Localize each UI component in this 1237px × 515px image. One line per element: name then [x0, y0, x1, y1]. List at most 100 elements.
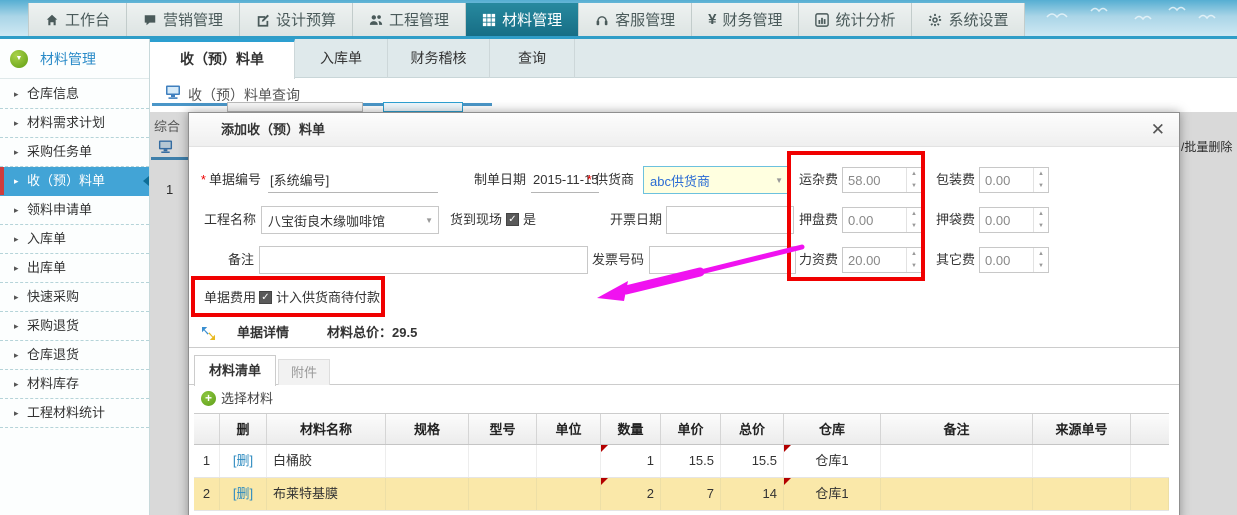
project-select[interactable]: 八宝街良木缘咖啡馆 ▼ [261, 206, 439, 234]
nav-item-customer-service[interactable]: 客服管理 [579, 3, 692, 36]
tab-material-list[interactable]: 材料清单 [194, 355, 276, 386]
collapse-circle-icon[interactable]: ▼ [10, 50, 28, 68]
col-header-spec: 规格 [386, 414, 469, 444]
bag-fee-input[interactable] [980, 208, 1033, 232]
labor-fee-input[interactable] [843, 248, 906, 272]
freight-fee-input[interactable] [843, 168, 906, 192]
nav-item-marketing[interactable]: 营销管理 [127, 3, 240, 36]
invoice-no-label: 发票号码 [589, 246, 644, 274]
spin-down-icon[interactable]: ▼ [907, 260, 921, 272]
detail-title: 单据详情 [237, 319, 289, 347]
other-fee-input[interactable] [980, 248, 1033, 272]
doc-cost-checkbox[interactable]: ✓ [259, 291, 272, 304]
tri-right-icon: ▸ [14, 341, 19, 369]
nav-item-system-settings[interactable]: 系统设置 [912, 3, 1025, 36]
sidebar-item-project-material-stats[interactable]: ▸工程材料统计 [0, 399, 149, 428]
tri-right-icon: ▸ [14, 254, 19, 282]
nav-label: 营销管理 [163, 9, 223, 30]
spin-down-icon[interactable]: ▼ [907, 180, 921, 192]
tab-finance-audit[interactable]: 财务稽核 [388, 39, 490, 78]
delete-link[interactable]: [删] [233, 486, 253, 501]
cell-warehouse[interactable]: 仓库1 [784, 445, 881, 477]
sidebar-item-material-request[interactable]: ▸领料申请单 [0, 196, 149, 225]
detail-bar: 单据详情 材料总价：29.5 [189, 319, 1179, 348]
cell-unit [537, 445, 601, 477]
bag-fee-stepper[interactable]: ▲▼ [979, 207, 1049, 233]
sidebar-item-purchase-return[interactable]: ▸采购退货 [0, 312, 149, 341]
spin-up-icon[interactable]: ▲ [1034, 208, 1048, 220]
delete-link[interactable]: [删] [233, 453, 253, 468]
doc-cost-label: 单据费用 [201, 284, 256, 312]
labor-fee-stepper[interactable]: ▲▼ [842, 247, 922, 273]
spin-up-icon[interactable]: ▲ [907, 208, 921, 220]
add-material-button[interactable]: 选择材料 [221, 386, 273, 412]
tab-inbound[interactable]: 入库单 [295, 39, 388, 78]
spin-up-icon[interactable]: ▲ [907, 248, 921, 260]
table-header-row: 删 材料名称 规格 型号 单位 数量 单价 总价 仓库 备注 来源单号 [194, 413, 1169, 445]
add-icon[interactable]: + [201, 391, 216, 406]
spin-down-icon[interactable]: ▼ [1034, 180, 1048, 192]
cell-extra [1131, 445, 1169, 477]
supplier-select[interactable]: abc供货商 ▼ [643, 166, 789, 194]
tab-attachments[interactable]: 附件 [278, 359, 330, 385]
invoice-no-input[interactable] [649, 246, 796, 274]
tab-receive-material[interactable]: 收（预）料单 [150, 39, 295, 79]
nav-item-statistics[interactable]: 统计分析 [799, 3, 912, 36]
invoice-date-input[interactable] [666, 206, 794, 234]
tab-query[interactable]: 查询 [490, 39, 575, 78]
spinner: ▲▼ [906, 208, 921, 232]
packing-fee-stepper[interactable]: ▲▼ [979, 167, 1049, 193]
nav-item-design-budget[interactable]: 设计预算 [240, 3, 353, 36]
sidebar-item-quick-purchase[interactable]: ▸快速采购 [0, 283, 149, 312]
tray-fee-input[interactable] [843, 208, 906, 232]
expand-icon[interactable] [201, 326, 216, 346]
packing-fee-input[interactable] [980, 168, 1033, 192]
table-row[interactable]: 1 [删] 白桶胶 1 15.5 15.5 仓库1 [194, 445, 1169, 478]
nav-item-finance[interactable]: ¥ 财务管理 [692, 3, 799, 36]
home-icon [45, 13, 59, 27]
delivered-checkbox[interactable]: ✓ [506, 213, 519, 226]
sidebar-item-inbound[interactable]: ▸入库单 [0, 225, 149, 254]
doc-no-label: *单据编号 [197, 166, 261, 194]
nav-item-materials[interactable]: 材料管理 [466, 3, 579, 36]
dialog-header[interactable]: 添加收（预）料单 ✕ [189, 113, 1179, 147]
freight-fee-stepper[interactable]: ▲▼ [842, 167, 922, 193]
spin-up-icon[interactable]: ▲ [1034, 248, 1048, 260]
sidebar-item-warehouse-info[interactable]: ▸仓库信息 [0, 80, 149, 109]
other-fee-stepper[interactable]: ▲▼ [979, 247, 1049, 273]
cell-price[interactable]: 7 [661, 478, 721, 510]
material-table: 删 材料名称 规格 型号 单位 数量 单价 总价 仓库 备注 来源单号 1 [删… [194, 413, 1169, 511]
cell-price[interactable]: 15.5 [661, 445, 721, 477]
sidebar-item-purchase-task[interactable]: ▸采购任务单 [0, 138, 149, 167]
spin-down-icon[interactable]: ▼ [907, 220, 921, 232]
sidebar-item-warehouse-return[interactable]: ▸仓库退货 [0, 341, 149, 370]
doc-no-input[interactable] [268, 166, 438, 193]
sidebar-item-outbound[interactable]: ▸出库单 [0, 254, 149, 283]
cell-qty[interactable]: 1 [601, 445, 661, 477]
cell-qty[interactable]: 2 [601, 478, 661, 510]
nav-item-engineering[interactable]: 工程管理 [353, 3, 466, 36]
remark-input[interactable] [259, 246, 588, 274]
tri-right-icon: ▸ [14, 399, 19, 427]
tray-fee-stepper[interactable]: ▲▼ [842, 207, 922, 233]
spin-down-icon[interactable]: ▼ [1034, 260, 1048, 272]
bag-fee-label: 押袋费 [929, 206, 975, 234]
sidebar-header[interactable]: ▼ 材料管理 [0, 39, 149, 79]
spinner: ▲▼ [1033, 208, 1048, 232]
cell-model [469, 445, 537, 477]
col-header-model: 型号 [469, 414, 537, 444]
sidebar-item-receive-material[interactable]: ▸收（预）料单 [0, 167, 149, 196]
table-row-selected[interactable]: 2 [删] 布莱特基膜 2 7 14 仓库1 [194, 478, 1169, 511]
tri-right-icon: ▸ [14, 138, 19, 166]
remark-label: 备注 [214, 246, 254, 274]
nav-item-workbench[interactable]: 工作台 [28, 3, 127, 36]
spin-up-icon[interactable]: ▲ [907, 168, 921, 180]
close-icon[interactable]: ✕ [1151, 120, 1165, 140]
spin-up-icon[interactable]: ▲ [1034, 168, 1048, 180]
spin-down-icon[interactable]: ▼ [1034, 220, 1048, 232]
cell-index: 1 [194, 445, 220, 477]
sidebar-item-material-demand-plan[interactable]: ▸材料需求计划 [0, 109, 149, 138]
sidebar-item-material-stock[interactable]: ▸材料库存 [0, 370, 149, 399]
freight-fee-label: 运杂费 [794, 166, 838, 194]
cell-warehouse[interactable]: 仓库1 [784, 478, 881, 510]
